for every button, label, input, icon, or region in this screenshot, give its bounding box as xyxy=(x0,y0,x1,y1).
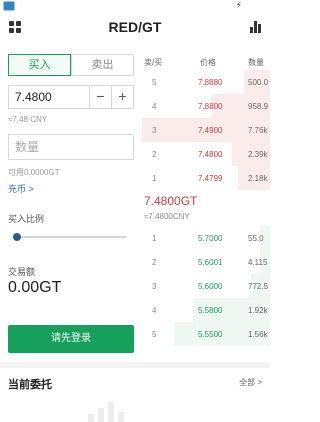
bid-level: 2 xyxy=(152,258,157,267)
bid-price: 5.6000 xyxy=(198,282,223,291)
ask-row[interactable]: 2 7.4800 2.39k xyxy=(142,142,270,166)
col-price: 价格 xyxy=(200,58,216,67)
bid-level: 1 xyxy=(152,234,157,243)
col-level: 卖/买 xyxy=(144,58,163,67)
current-orders-title: 当前委托 xyxy=(8,379,52,391)
trade-tabs: 买入 卖出 xyxy=(8,54,134,76)
empty-orders-icon xyxy=(88,402,128,422)
price-decrease-button[interactable]: − xyxy=(89,86,111,108)
section-divider xyxy=(0,362,270,368)
bid-row[interactable]: 3 5.6000 772.5 xyxy=(142,274,270,298)
bolt-icon: ⚡ xyxy=(235,0,242,10)
bid-amount: 1.92k xyxy=(248,306,268,315)
ask-level: 4 xyxy=(152,102,157,111)
orderbook-header: 卖/买 价格 数量 xyxy=(142,57,270,69)
bid-level: 5 xyxy=(152,330,157,339)
recharge-link[interactable]: 充币 > xyxy=(8,182,34,195)
ask-level: 3 xyxy=(152,126,157,135)
bid-row[interactable]: 1 5.7000 55.0 xyxy=(142,226,270,250)
ratio-label: 买入比例 xyxy=(8,214,45,224)
ask-price: 7.4799 xyxy=(198,174,223,183)
ask-amount: 500.0 xyxy=(248,78,269,87)
ask-price: 7.8880 xyxy=(198,78,223,87)
bid-row[interactable]: 2 5.6001 4.115 xyxy=(142,250,270,274)
all-orders-link[interactable]: 全部 > xyxy=(239,377,262,388)
ask-row[interactable]: 4 7.8800 958.9 xyxy=(142,94,270,118)
chart-icon[interactable] xyxy=(250,21,262,33)
bid-amount: 1.56k xyxy=(248,330,268,339)
price-increase-button[interactable]: + xyxy=(111,86,133,108)
ask-amount: 2.18k xyxy=(248,174,268,183)
bid-amount: 55.0 xyxy=(248,234,264,243)
bid-row[interactable]: 5 5.5500 1.56k xyxy=(142,322,270,346)
ratio-slider-track[interactable] xyxy=(16,236,126,238)
bid-amount: 4.115 xyxy=(248,258,268,267)
login-button[interactable]: 请先登录 xyxy=(8,325,134,353)
ask-price: 7.4900 xyxy=(198,126,223,135)
tab-sell[interactable]: 卖出 xyxy=(71,54,134,76)
amount-label: 交易额 xyxy=(8,267,36,277)
price-input[interactable]: 7.4800 − + xyxy=(8,85,134,109)
bid-price: 5.6001 xyxy=(198,258,223,267)
tab-buy[interactable]: 买入 xyxy=(8,54,71,76)
ask-price: 7.8800 xyxy=(198,102,223,111)
ask-amount: 7.76k xyxy=(248,126,268,135)
last-price: 7.4800GT xyxy=(144,194,198,208)
ask-amount: 958.9 xyxy=(248,102,269,111)
col-amount: 数量 xyxy=(248,58,264,67)
quantity-field[interactable] xyxy=(8,134,134,160)
bid-amount: 772.5 xyxy=(248,282,269,291)
bid-price: 5.7000 xyxy=(198,234,223,243)
quantity-input[interactable] xyxy=(9,135,133,159)
bid-row[interactable]: 4 5.5800 1.92k xyxy=(142,298,270,322)
bid-level: 4 xyxy=(152,306,157,315)
status-bar: ⚡ xyxy=(0,0,270,12)
bid-price: 5.5500 xyxy=(198,330,223,339)
ask-row[interactable]: 3 7.4900 7.76k xyxy=(142,118,270,142)
app-icon xyxy=(3,1,15,11)
ask-price: 7.4800 xyxy=(198,150,223,159)
price-cny: ≈7.48 CNY xyxy=(8,115,48,124)
bid-level: 3 xyxy=(152,282,157,291)
bid-price: 5.5800 xyxy=(198,306,223,315)
amount-value: 0.00GT xyxy=(8,279,62,296)
last-price-cny: ≈7.4800CNY xyxy=(144,212,190,221)
ask-level: 1 xyxy=(152,174,157,183)
ask-row[interactable]: 1 7.4799 2.18k xyxy=(142,166,270,190)
ratio-slider-handle[interactable] xyxy=(13,233,21,241)
price-value[interactable]: 7.4800 xyxy=(15,90,52,104)
ask-amount: 2.39k xyxy=(248,150,268,159)
ask-level: 5 xyxy=(152,78,157,87)
ask-level: 2 xyxy=(152,150,157,159)
ask-row[interactable]: 5 7.8880 500.0 xyxy=(142,70,270,94)
page-title: RED/GT xyxy=(108,19,162,35)
header: RED/GT xyxy=(0,12,270,42)
available-balance: 可用0.0000GT xyxy=(8,168,60,177)
